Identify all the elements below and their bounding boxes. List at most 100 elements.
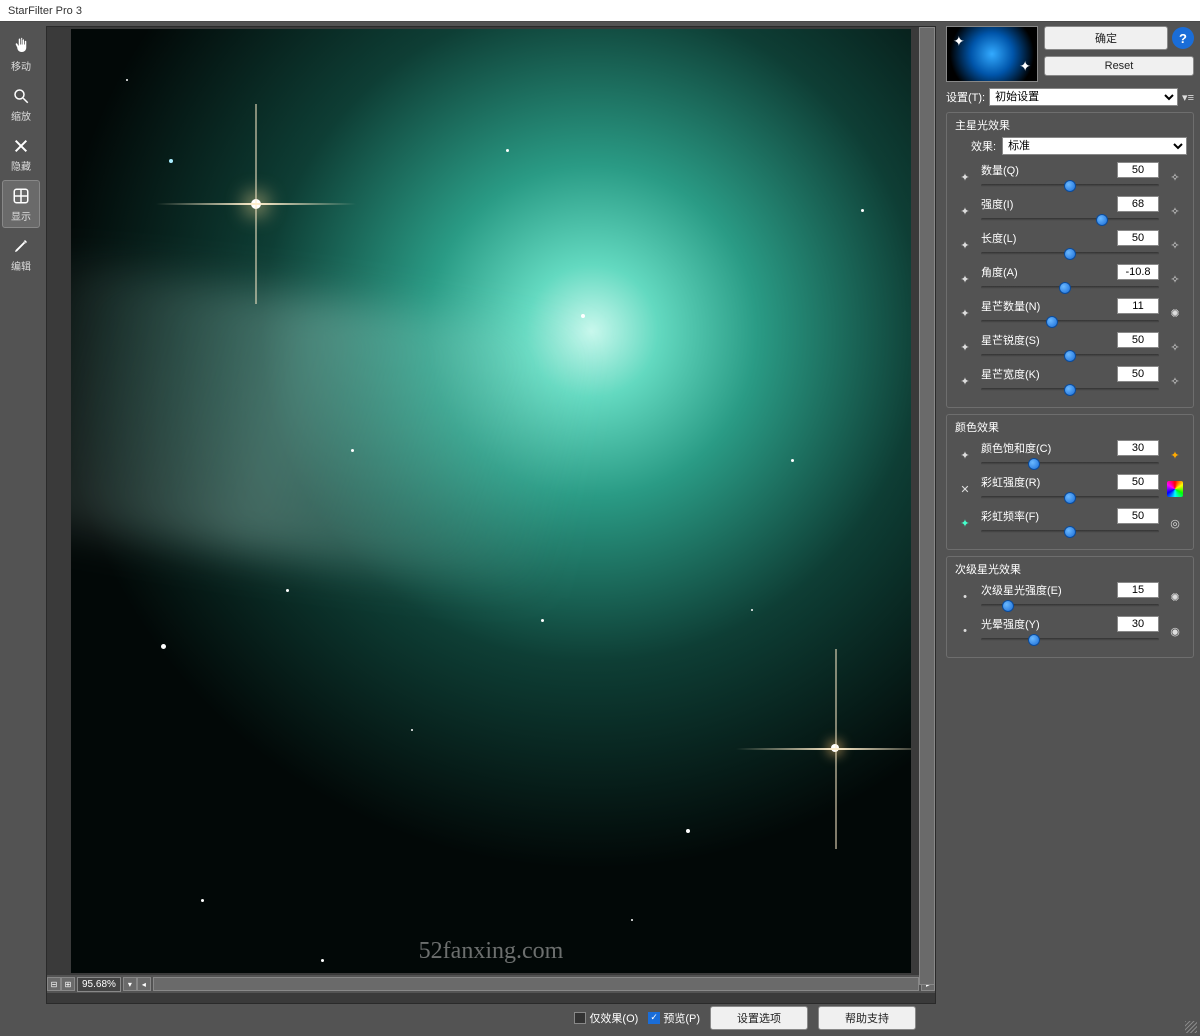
window-title: StarFilter Pro 3 <box>8 5 82 17</box>
angle-right-icon: ✧ <box>1163 267 1187 291</box>
hide-tool[interactable]: 隐藏 <box>2 130 40 178</box>
only-effect-checkbox[interactable]: 仅效果(O) <box>574 1010 638 1026</box>
secondary-intensity-right-icon: ✺ <box>1163 585 1187 609</box>
main-star-panel: 主星光效果 效果: 标准 ✦ 数量(Q) 50 ✧ ✦ 强度(I) 68 <box>946 112 1194 408</box>
move-label: 移动 <box>11 58 31 73</box>
preset-menu-icon[interactable]: ▾≡ <box>1182 91 1194 104</box>
sharpness-left-icon: ✦ <box>953 335 977 359</box>
saturation-slider-row: ✦ 颜色饱和度(C) 30 ✦ <box>953 439 1187 471</box>
preview-checkbox[interactable]: 预览(P) <box>648 1010 700 1026</box>
intensity-right-icon: ✧ <box>1163 199 1187 223</box>
rainbow-intensity-value[interactable]: 50 <box>1117 474 1159 490</box>
sharpness-value[interactable]: 50 <box>1117 332 1159 348</box>
show-label: 显示 <box>11 208 31 223</box>
rainbow-intensity-slider[interactable] <box>981 490 1159 504</box>
glow-slider-row: • 光晕强度(Y) 30 ◉ <box>953 615 1187 647</box>
preset-select[interactable]: 初始设置 <box>989 88 1178 106</box>
sharpness-slider-row: ✦ 星芒锐度(S) 50 ✧ <box>953 331 1187 363</box>
rainbow-intensity-label: 彩虹强度(R) <box>981 474 1040 490</box>
help-support-button[interactable]: 帮助支持 <box>818 1006 916 1030</box>
left-toolbar: 移动 缩放 隐藏 显示 编辑 <box>0 22 42 1036</box>
spikes-label: 星芒数量(N) <box>981 298 1040 314</box>
intensity-label: 强度(I) <box>981 196 1013 212</box>
preset-row: 设置(T): 初始设置 ▾≡ <box>946 88 1194 106</box>
rainbow-frequency-value[interactable]: 50 <box>1117 508 1159 524</box>
zoom-dropdown-icon[interactable]: ▾ <box>123 977 137 991</box>
saturation-left-icon: ✦ <box>953 443 977 467</box>
edit-label: 编辑 <box>11 258 31 273</box>
content-area: 52fanxing.com ⊟ ⊞ 95.68% ▾ ◂ ▸ 仅效果(O) 预览… <box>42 22 940 1036</box>
intensity-slider[interactable] <box>981 212 1159 226</box>
angle-slider[interactable] <box>981 280 1159 294</box>
length-value[interactable]: 50 <box>1117 230 1159 246</box>
panel3-title: 次级星光效果 <box>953 561 1187 577</box>
zoom-out-icon[interactable]: ⊟ <box>47 977 61 991</box>
intensity-slider-row: ✦ 强度(I) 68 ✧ <box>953 195 1187 227</box>
zoom-tool[interactable]: 缩放 <box>2 80 40 128</box>
edit-tool[interactable]: 编辑 <box>2 230 40 278</box>
quantity-value[interactable]: 50 <box>1117 162 1159 178</box>
secondary-panel: 次级星光效果 • 次级星光强度(E) 15 ✺ • 光晕强度(Y) 30 <box>946 556 1194 658</box>
show-tool[interactable]: 显示 <box>2 180 40 228</box>
saturation-value[interactable]: 30 <box>1117 440 1159 456</box>
length-left-icon: ✦ <box>953 233 977 257</box>
hand-icon <box>11 36 31 56</box>
rainbow-intensity-left-icon: ✕ <box>953 477 977 501</box>
hide-label: 隐藏 <box>11 158 31 173</box>
secondary-intensity-value[interactable]: 15 <box>1117 582 1159 598</box>
effect-select[interactable]: 标准 <box>1002 137 1187 155</box>
move-tool[interactable]: 移动 <box>2 30 40 78</box>
titlebar: StarFilter Pro 3 <box>0 0 1200 22</box>
horizontal-scrollbar[interactable] <box>153 977 919 991</box>
magnifier-icon <box>11 86 31 106</box>
scroll-left-icon[interactable]: ◂ <box>137 977 151 991</box>
ok-button[interactable]: 确定 <box>1044 26 1168 50</box>
secondary-intensity-slider[interactable] <box>981 598 1159 612</box>
rainbow-frequency-label: 彩虹频率(F) <box>981 508 1039 524</box>
reset-button[interactable]: Reset <box>1044 56 1194 76</box>
glow-slider[interactable] <box>981 632 1159 646</box>
sharpness-right-icon: ✧ <box>1163 335 1187 359</box>
glow-left-icon: • <box>953 619 977 643</box>
secondary-intensity-label: 次级星光强度(E) <box>981 582 1062 598</box>
width-value[interactable]: 50 <box>1117 366 1159 382</box>
length-slider-row: ✦ 长度(L) 50 ✧ <box>953 229 1187 261</box>
angle-value[interactable]: -10.8 <box>1117 264 1159 280</box>
color-panel: 颜色效果 ✦ 颜色饱和度(C) 30 ✦ ✕ 彩虹强度(R) 50 <box>946 414 1194 550</box>
spikes-left-icon: ✦ <box>953 301 977 325</box>
glow-value[interactable]: 30 <box>1117 616 1159 632</box>
saturation-slider[interactable] <box>981 456 1159 470</box>
rainbow-frequency-right-icon: ◎ <box>1163 511 1187 535</box>
settings-button[interactable]: 设置选项 <box>710 1006 808 1030</box>
width-slider[interactable] <box>981 382 1159 396</box>
quantity-label: 数量(Q) <box>981 162 1019 178</box>
width-left-icon: ✦ <box>953 369 977 393</box>
zoom-level[interactable]: 95.68% <box>77 977 121 992</box>
secondary-intensity-left-icon: • <box>953 585 977 609</box>
sharpness-slider[interactable] <box>981 348 1159 362</box>
grid-icon <box>11 186 31 206</box>
spikes-value[interactable]: 11 <box>1117 298 1159 314</box>
zoom-label: 缩放 <box>11 108 31 123</box>
quantity-slider[interactable] <box>981 178 1159 192</box>
length-slider[interactable] <box>981 246 1159 260</box>
preview-image[interactable]: 52fanxing.com <box>71 29 911 973</box>
preview-label: 预览(P) <box>663 1010 700 1026</box>
quantity-left-icon: ✦ <box>953 165 977 189</box>
vertical-scrollbar[interactable] <box>919 27 935 985</box>
saturation-right-icon: ✦ <box>1163 443 1187 467</box>
main-layout: 移动 缩放 隐藏 显示 编辑 <box>0 22 1200 1036</box>
intensity-left-icon: ✦ <box>953 199 977 223</box>
help-icon[interactable]: ? <box>1172 27 1194 49</box>
glow-right-icon: ◉ <box>1163 619 1187 643</box>
rainbow-frequency-slider[interactable] <box>981 524 1159 538</box>
width-right-icon: ✧ <box>1163 369 1187 393</box>
rainbow-intensity-slider-row: ✕ 彩虹强度(R) 50 <box>953 473 1187 505</box>
bottom-bar: 仅效果(O) 预览(P) 设置选项 帮助支持 <box>46 1004 936 1032</box>
spikes-slider[interactable] <box>981 314 1159 328</box>
intensity-value[interactable]: 68 <box>1117 196 1159 212</box>
zoom-in-icon[interactable]: ⊞ <box>61 977 75 991</box>
resize-grip-icon[interactable] <box>1185 1021 1197 1033</box>
quantity-right-icon: ✧ <box>1163 165 1187 189</box>
rainbow-intensity-right-icon <box>1163 477 1187 501</box>
